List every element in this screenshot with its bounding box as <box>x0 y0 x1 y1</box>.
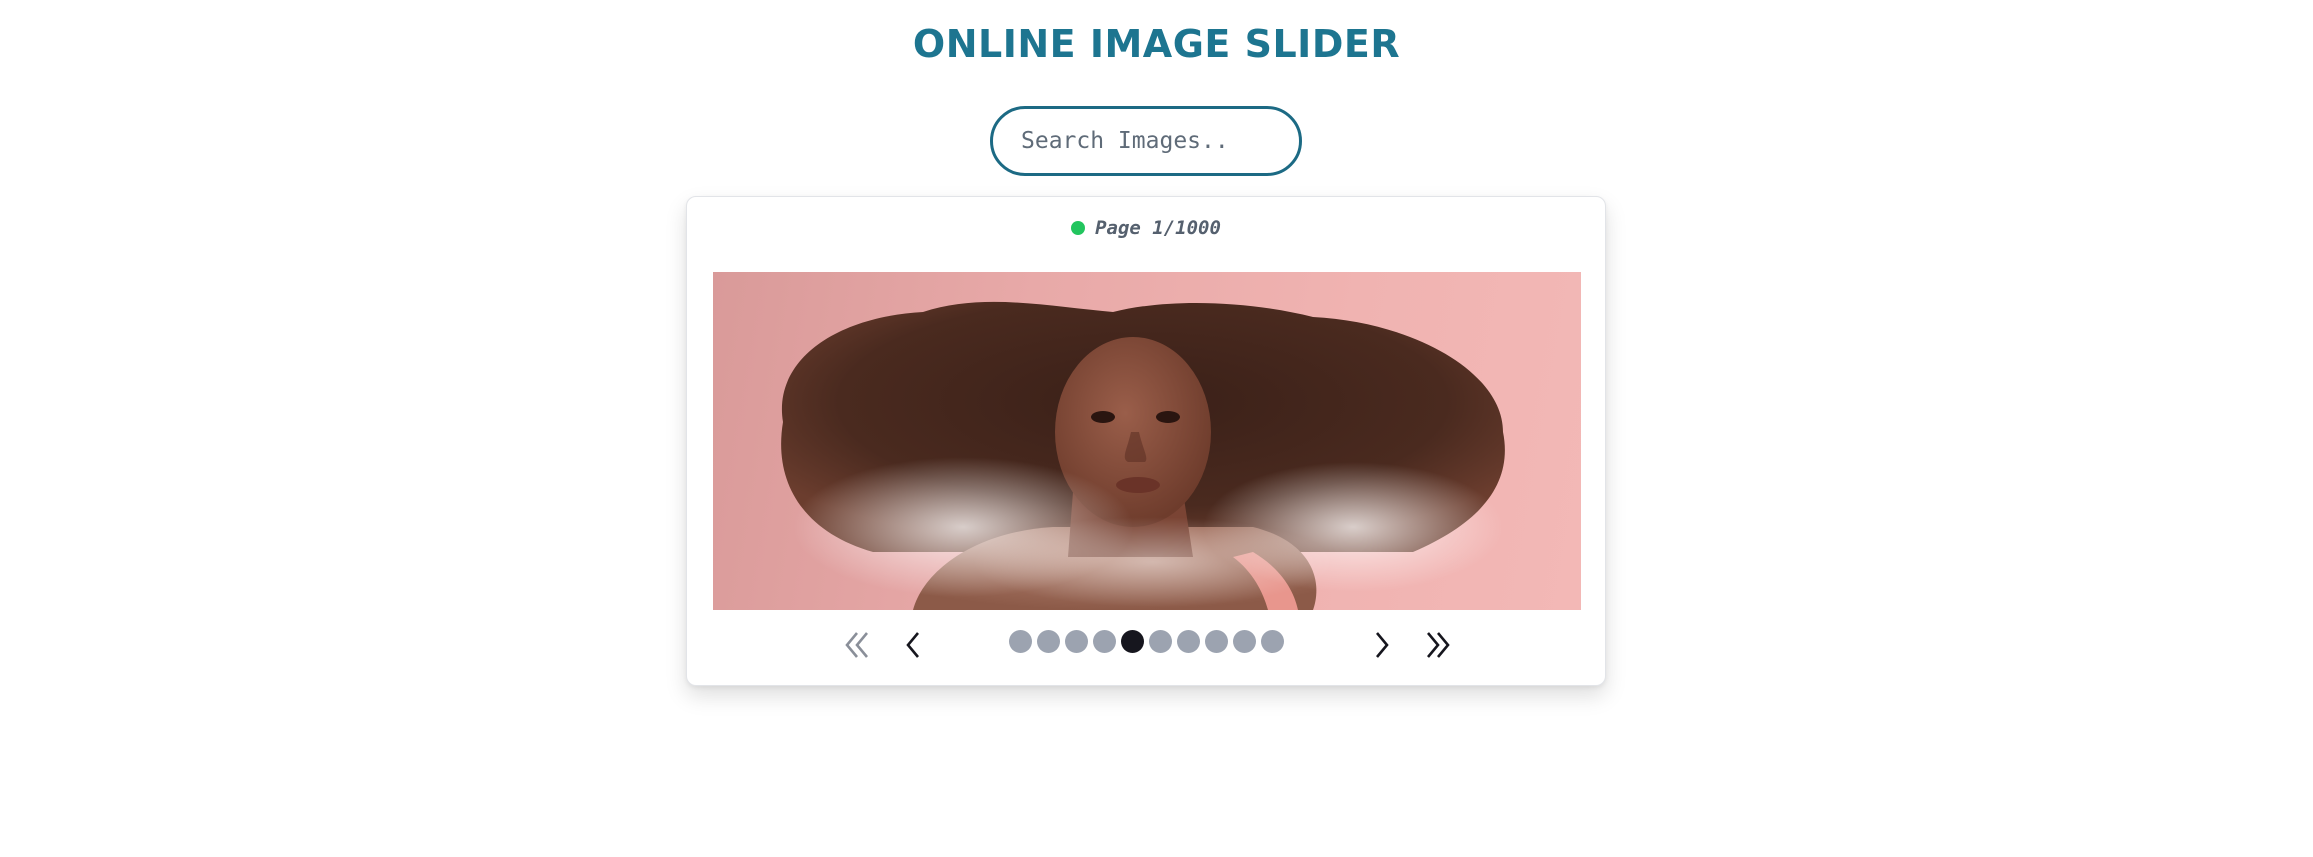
last-page-button[interactable] <box>1417 625 1457 665</box>
slider-controls <box>687 625 1605 665</box>
status-dot <box>1071 221 1086 235</box>
pagination-dot[interactable] <box>1037 630 1060 653</box>
page: ONLINE IMAGE SLIDER Page 1/1000 <box>0 0 2313 857</box>
first-page-button[interactable] <box>838 625 878 665</box>
double-chevron-right-icon <box>1427 632 1450 658</box>
chevron-left-icon <box>906 632 919 658</box>
page-status: Page 1/1000 <box>687 217 1605 239</box>
pagination-dot-active[interactable] <box>1121 630 1144 653</box>
slider-card: Page 1/1000 <box>686 196 1606 686</box>
double-chevron-left-icon <box>845 632 868 658</box>
chevron-right-icon <box>1376 632 1389 658</box>
pagination-dot[interactable] <box>1233 630 1256 653</box>
pagination-dot[interactable] <box>1065 630 1088 653</box>
pagination-dot[interactable] <box>1205 630 1228 653</box>
pagination-dot[interactable] <box>1009 630 1032 653</box>
pagination-dot[interactable] <box>1261 630 1284 653</box>
page-title: ONLINE IMAGE SLIDER <box>912 22 1401 66</box>
slide-image <box>713 272 1581 610</box>
prev-button[interactable] <box>893 625 933 665</box>
pagination-dot[interactable] <box>1177 630 1200 653</box>
pagination-dots <box>1009 630 1284 653</box>
search-input[interactable] <box>990 106 1302 176</box>
pagination-dot[interactable] <box>1093 630 1116 653</box>
pagination-dot[interactable] <box>1149 630 1172 653</box>
page-indicator: Page 1/1000 <box>1095 217 1221 239</box>
portrait-image <box>781 301 1505 610</box>
next-button[interactable] <box>1362 625 1402 665</box>
